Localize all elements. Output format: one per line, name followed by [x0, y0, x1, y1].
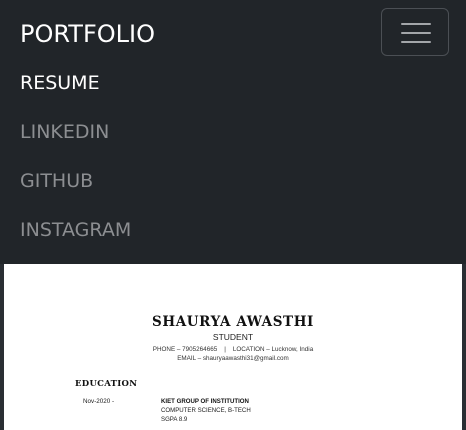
resume-contact-line: PHONE – 7905264665 | LOCATION – Lucknow,… [152, 346, 314, 353]
education-date: Nov-2020 - [83, 398, 115, 405]
resume-name: SHAURYA AWASTHI [152, 314, 314, 330]
frame-edge-right [462, 264, 466, 430]
section-heading-education: EDUCATION [75, 379, 138, 389]
nav-link-github[interactable]: GITHUB [20, 169, 93, 193]
education-degree: COMPUTER SCIENCE, B-TECH [161, 407, 251, 414]
navbar-toggler-button[interactable] [381, 8, 449, 56]
resume-subtitle: STUDENT [212, 332, 254, 342]
resume-document-viewer[interactable]: SHAURYA AWASTHI STUDENT PHONE – 79052646… [4, 264, 462, 430]
nav-link-linkedin[interactable]: LINKEDIN [20, 120, 109, 144]
navbar: PORTFOLIO RESUME LINKEDIN GITHUB INSTAGR… [0, 0, 466, 264]
navbar-brand[interactable]: PORTFOLIO [20, 18, 155, 50]
nav-link-resume[interactable]: RESUME [20, 71, 100, 95]
nav-link-instagram[interactable]: INSTAGRAM [20, 218, 131, 242]
resume-email: EMAIL – shauryaawasthi31@gmail.com [177, 355, 289, 362]
education-institution: KIET GROUP OF INSTITUTION [161, 398, 249, 405]
education-sgpa: SGPA 8.9 [161, 416, 188, 423]
